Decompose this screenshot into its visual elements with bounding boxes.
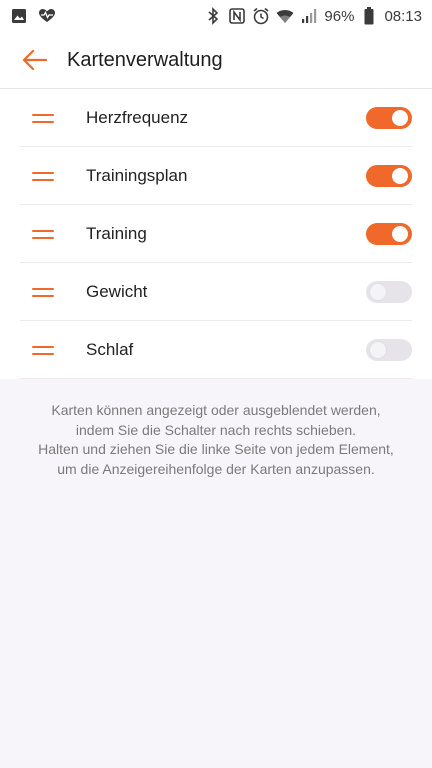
drag-handle-icon[interactable] xyxy=(32,287,54,297)
list-item-trainingsplan: Trainingsplan xyxy=(0,147,432,205)
card-label: Herzfrequenz xyxy=(86,108,189,127)
toggle-herzfrequenz[interactable] xyxy=(366,107,412,129)
list-item-schlaf: Schlaf xyxy=(0,321,432,379)
hint-line: Karten können angezeigt oder ausgeblende… xyxy=(51,402,381,418)
signal-icon xyxy=(300,7,318,25)
hint-line: um die Anzeigereihenfolge der Karten anz… xyxy=(57,460,375,477)
toggle-schlaf[interactable] xyxy=(366,339,412,361)
toggle-trainingsplan[interactable] xyxy=(366,165,412,187)
screen: 96% 08:13 Kartenverwaltung Herzfrequenz … xyxy=(0,0,432,768)
battery-icon xyxy=(360,7,378,25)
card-label: Gewicht xyxy=(86,282,148,301)
nfc-icon xyxy=(228,7,246,25)
bluetooth-icon xyxy=(204,7,222,25)
card-list: Herzfrequenz Trainingsplan Training Gewi… xyxy=(0,89,432,379)
toggle-training[interactable] xyxy=(366,223,412,245)
hint-line: Halten und ziehen Sie die linke Seite vo… xyxy=(38,441,394,457)
page-title: Kartenverwaltung xyxy=(67,48,223,71)
battery-percent: 96% xyxy=(324,7,355,25)
back-arrow-icon[interactable] xyxy=(20,46,48,74)
app-bar: Kartenverwaltung xyxy=(0,32,432,88)
status-bar: 96% 08:13 xyxy=(0,0,432,32)
drag-handle-icon[interactable] xyxy=(32,113,54,123)
heart-monitor-icon xyxy=(38,7,56,25)
hint-text: Karten können angezeigt oder ausgeblende… xyxy=(0,379,432,479)
toggle-gewicht[interactable] xyxy=(366,281,412,303)
alarm-icon xyxy=(252,7,270,25)
drag-handle-icon[interactable] xyxy=(32,171,54,181)
list-item-herzfrequenz: Herzfrequenz xyxy=(0,89,432,147)
wifi-icon xyxy=(276,7,294,25)
card-label: Training xyxy=(86,224,147,243)
gallery-icon xyxy=(10,7,28,25)
hint-line: indem Sie die Schalter nach rechts schie… xyxy=(75,421,357,438)
list-item-training: Training xyxy=(0,205,432,263)
card-label: Trainingsplan xyxy=(86,166,188,185)
drag-handle-icon[interactable] xyxy=(32,345,54,355)
clock: 08:13 xyxy=(384,7,422,25)
card-label: Schlaf xyxy=(86,340,134,359)
drag-handle-icon[interactable] xyxy=(32,229,54,239)
list-item-gewicht: Gewicht xyxy=(0,263,432,321)
